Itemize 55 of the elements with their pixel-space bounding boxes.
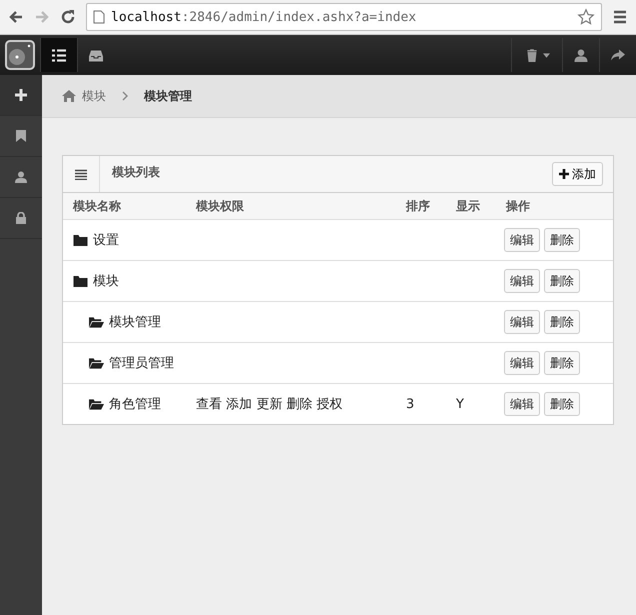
table-cell: Y	[456, 396, 464, 412]
star-icon[interactable]	[577, 8, 595, 26]
lock-icon	[15, 212, 27, 224]
list-icon	[75, 168, 87, 180]
page-icon	[93, 10, 105, 24]
menu-icon[interactable]	[612, 9, 628, 25]
edit-button[interactable]: 编辑	[504, 351, 540, 375]
edit-button[interactable]: 编辑	[504, 310, 540, 334]
column-header: 排序	[406, 198, 431, 214]
module-name: 设置	[93, 232, 119, 249]
home-icon	[62, 90, 76, 102]
plus-icon	[559, 169, 569, 179]
delete-button[interactable]: 删除	[544, 310, 580, 334]
back-icon[interactable]	[8, 9, 24, 25]
folder-icon	[73, 275, 88, 287]
module-name: 模块	[93, 273, 119, 290]
folder-icon	[73, 234, 88, 246]
delete-button[interactable]: 删除	[544, 392, 580, 416]
plus-icon	[15, 89, 27, 101]
logo-icon[interactable]	[4, 39, 36, 71]
edit-button[interactable]: 编辑	[504, 269, 540, 293]
edit-button[interactable]: 编辑	[504, 228, 540, 252]
sidebar-item[interactable]	[0, 75, 42, 116]
share-icon	[611, 48, 625, 62]
table-cell-text: 查看 添加 更新 删除 授权	[196, 396, 343, 413]
inbox-icon	[89, 48, 103, 62]
breadcrumb-link[interactable]: 模块	[82, 88, 106, 104]
user-icon	[574, 48, 588, 62]
folder-icon	[89, 357, 104, 369]
bookmark-icon	[15, 130, 27, 142]
delete-button[interactable]: 删除	[544, 228, 580, 252]
breadcrumb-current: 模块管理	[144, 88, 192, 104]
trash-icon	[524, 48, 538, 62]
panel-title: 模块列表	[112, 164, 160, 180]
list-icon	[52, 48, 66, 62]
table-cell: 3	[406, 396, 414, 412]
column-header: 模块名称	[72, 198, 122, 214]
caret-icon	[542, 52, 550, 58]
delete-button[interactable]: 删除	[544, 351, 580, 375]
column-header: 模块权限	[196, 198, 245, 214]
reload-icon[interactable]	[60, 9, 76, 25]
user-icon	[15, 171, 27, 183]
address-bar[interactable]: localhost:2846/admin/index.ashx?a=index	[86, 3, 602, 31]
list-tab[interactable]	[40, 38, 77, 72]
chevron-icon	[122, 91, 128, 101]
module-name: 模块管理	[109, 314, 161, 331]
column-header: 显示	[456, 198, 481, 214]
delete-button[interactable]: 删除	[544, 269, 580, 293]
module-name: 角色管理	[109, 396, 161, 413]
column-header: 操作	[506, 198, 531, 214]
add-button[interactable]: 添加	[552, 162, 603, 186]
edit-button[interactable]: 编辑	[504, 392, 540, 416]
folder-icon	[89, 398, 104, 410]
folder-icon	[89, 316, 104, 328]
module-name: 管理员管理	[109, 355, 174, 372]
